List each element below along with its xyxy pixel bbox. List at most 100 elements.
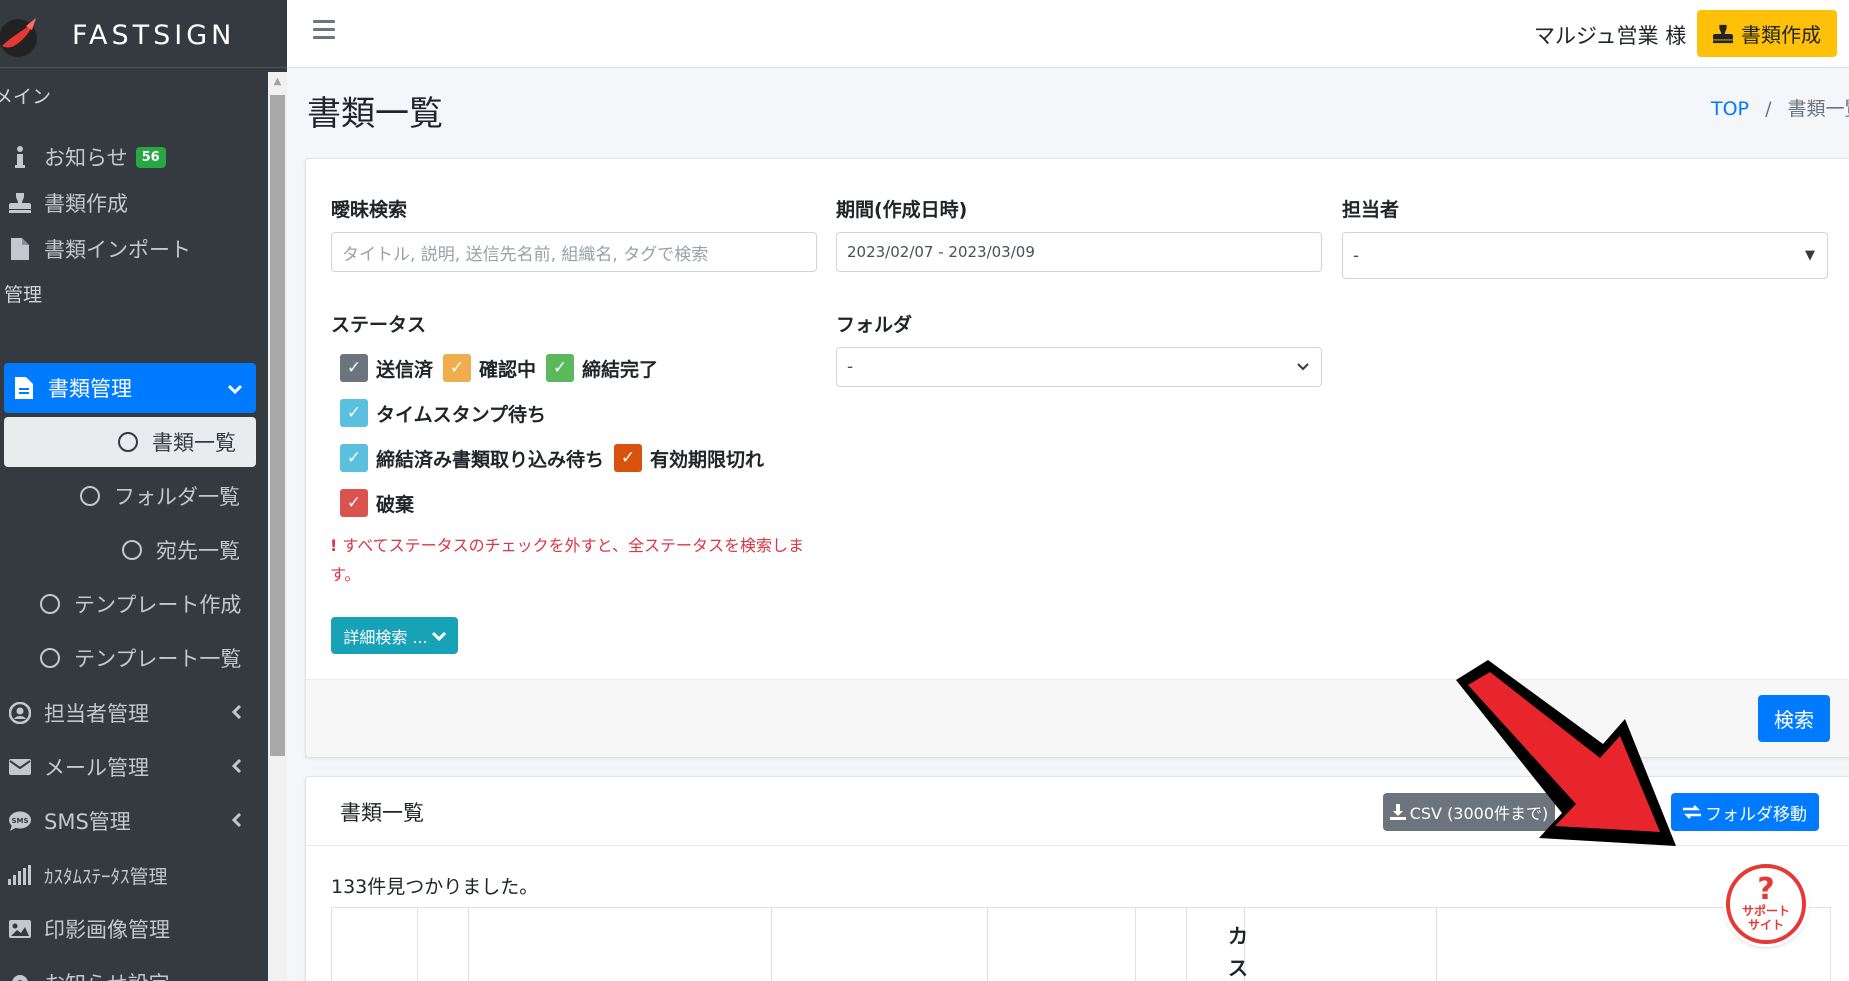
sidebar-item-document-management[interactable]: 書類管理	[4, 363, 256, 413]
chevron-down-icon	[227, 378, 243, 399]
status-timestamp-waiting-checkbox[interactable]: ✓ タイムスタンプ待ち	[340, 399, 546, 427]
sidebar-item-label: 担当者管理	[44, 702, 149, 726]
status-expired-checkbox[interactable]: ✓ 有効期限切れ	[614, 444, 764, 472]
status-checkbox-row-3: ✓ 締結済み書類取り込み待ち ✓ 有効期限切れ	[340, 444, 774, 472]
sidebar-item-label: ｶｽﾀﾑｽﾃｰﾀｽ管理	[44, 865, 168, 888]
annotation-arrow-icon	[1456, 660, 1676, 846]
status-confirming-checkbox[interactable]: ✓ 確認中	[443, 354, 536, 382]
status-option-label: 破棄	[376, 493, 415, 516]
breadcrumb-current: 書類一覧	[1787, 98, 1849, 120]
table-column-divider	[417, 908, 418, 981]
sidebar-item-label: SMS管理	[44, 810, 131, 834]
create-document-button[interactable]: 書類作成	[1697, 10, 1837, 57]
sidebar-subitem-recipient-list[interactable]: 宛先一覧	[122, 525, 240, 575]
advanced-search-label: 詳細検索 ...	[343, 627, 428, 647]
sidebar-item-label: 印影画像管理	[44, 918, 170, 942]
checkmark-icon: ✓	[340, 444, 368, 472]
sidebar-subitem-template-list[interactable]: テンプレート一覧	[40, 633, 241, 683]
status-concluded-checkbox[interactable]: ✓ 締結完了	[546, 354, 658, 382]
folder-selected-value: -	[847, 357, 854, 377]
table-column-divider	[1186, 908, 1187, 981]
sidebar-item-label: お知らせ	[44, 146, 128, 170]
image-icon	[0, 920, 40, 938]
sidebar-item-mail-management[interactable]: メール管理	[0, 742, 256, 792]
sidebar-item-custom-status[interactable]: ｶｽﾀﾑｽﾃｰﾀｽ管理	[0, 850, 256, 900]
status-warning-text: ! すべてステータスのチェックを外すと、全ステータスを検索します。	[330, 531, 820, 589]
table-header-custom-status: カス	[1228, 924, 1248, 980]
sidebar-subitem-folder-list[interactable]: フォルダ一覧	[80, 471, 240, 521]
status-option-label: タイムスタンプ待ち	[376, 403, 547, 426]
scroll-up-arrow-icon[interactable]: ▲	[268, 72, 287, 91]
circle-icon	[118, 432, 138, 452]
folder-select[interactable]: -	[836, 347, 1322, 387]
chevron-left-icon	[231, 703, 242, 724]
result-count-text: 133件見つかりました。	[331, 876, 539, 898]
status-option-label: 締結済み書類取り込み待ち	[376, 448, 605, 471]
sidebar-item-news[interactable]: お知らせ 56	[0, 132, 256, 182]
svg-text:SMS: SMS	[11, 817, 28, 825]
create-document-label: 書類作成	[1741, 23, 1821, 47]
sidebar-item-news-settings[interactable]: お知らせ設定	[0, 958, 256, 981]
circle-icon	[40, 594, 60, 614]
circle-icon	[122, 540, 142, 560]
top-navbar: マルジュ営業 様 書類作成	[287, 0, 1849, 68]
status-option-label: 送信済	[376, 358, 434, 381]
table-column-divider	[987, 908, 988, 981]
gear-icon	[0, 972, 40, 981]
search-button[interactable]: 検索	[1758, 695, 1830, 742]
user-circle-icon	[0, 702, 40, 724]
period-label: 期間(作成日時)	[836, 199, 968, 221]
breadcrumb-top-link[interactable]: TOP	[1711, 98, 1749, 120]
current-user-name: マルジュ営業 様	[1534, 24, 1687, 48]
sidebar-item-label: フォルダ一覧	[114, 485, 240, 509]
file-icon	[4, 377, 44, 399]
status-warning-message: すべてステータスのチェックを外すと、全ステータスを検索します。	[330, 536, 804, 584]
status-sent-checkbox[interactable]: ✓ 送信済	[340, 354, 433, 382]
news-count-badge: 56	[135, 146, 166, 168]
sidebar-item-seal-image[interactable]: 印影画像管理	[0, 904, 256, 954]
breadcrumb-separator: /	[1765, 98, 1772, 120]
assignee-select[interactable]: - ▼	[1342, 232, 1828, 279]
signal-icon	[0, 865, 40, 885]
nav-header-manage: 管理	[4, 284, 43, 306]
checkmark-icon: ✓	[340, 354, 368, 382]
support-site-button[interactable]: ? サポート サイト	[1726, 864, 1806, 944]
sidebar-item-create-document[interactable]: 書類作成	[0, 178, 256, 228]
fuzzy-search-input[interactable]: タイトル, 説明, 送信先名前, 組織名, タグで検索	[331, 232, 817, 272]
status-discarded-checkbox[interactable]: ✓ 破棄	[340, 489, 414, 517]
status-option-label: 確認中	[479, 358, 537, 381]
brand[interactable]: FASTSIGN	[0, 0, 287, 68]
checkmark-icon: ✓	[443, 354, 472, 382]
table-column-divider	[1135, 908, 1136, 981]
sidebar-subitem-template-create[interactable]: テンプレート作成	[40, 579, 241, 629]
sidebar-item-import[interactable]: 書類インポート	[0, 224, 256, 274]
assignee-label: 担当者	[1342, 199, 1400, 221]
period-date-range-input[interactable]: 2023/02/07 - 2023/03/09	[836, 232, 1322, 272]
document-table: カス	[331, 907, 1831, 981]
sidebar: FASTSIGN メイン お知らせ 56 書類作成 書類インポート 管理 書類管…	[0, 0, 287, 981]
checkmark-icon: ✓	[614, 444, 643, 472]
support-site-label-line2: サイト	[1747, 918, 1784, 932]
sidebar-subitem-document-list[interactable]: 書類一覧	[4, 417, 256, 467]
question-mark-icon: ?	[1757, 872, 1775, 907]
file-icon	[0, 238, 40, 260]
fastsign-logo-icon	[0, 18, 37, 57]
status-import-waiting-checkbox[interactable]: ✓ 締結済み書類取り込み待ち	[340, 444, 604, 472]
brand-name: FASTSIGN	[72, 20, 236, 51]
breadcrumb: TOP / 書類一覧	[1711, 94, 1849, 121]
status-option-label: 有効期限切れ	[650, 448, 765, 471]
status-checkbox-row-2: ✓ タイムスタンプ待ち	[340, 399, 556, 427]
download-icon	[1389, 804, 1406, 820]
folder-move-label: フォルダ移動	[1705, 804, 1807, 825]
sidebar-item-label: お知らせ設定	[44, 968, 170, 981]
sidebar-scrollbar-thumb[interactable]	[270, 95, 285, 756]
advanced-search-button[interactable]: 詳細検索 ...	[331, 617, 458, 654]
sidebar-item-sms-management[interactable]: SMS SMS管理	[0, 796, 256, 846]
exclamation-icon: !	[330, 536, 338, 555]
list-title: 書類一覧	[340, 801, 424, 825]
status-label: ステータス	[331, 314, 427, 336]
sidebar-item-label: メール管理	[44, 756, 149, 780]
hamburger-menu-icon[interactable]	[313, 20, 335, 42]
sidebar-item-assignee-management[interactable]: 担当者管理	[0, 688, 256, 738]
fuzzy-search-label: 曖昧検索	[331, 199, 408, 221]
